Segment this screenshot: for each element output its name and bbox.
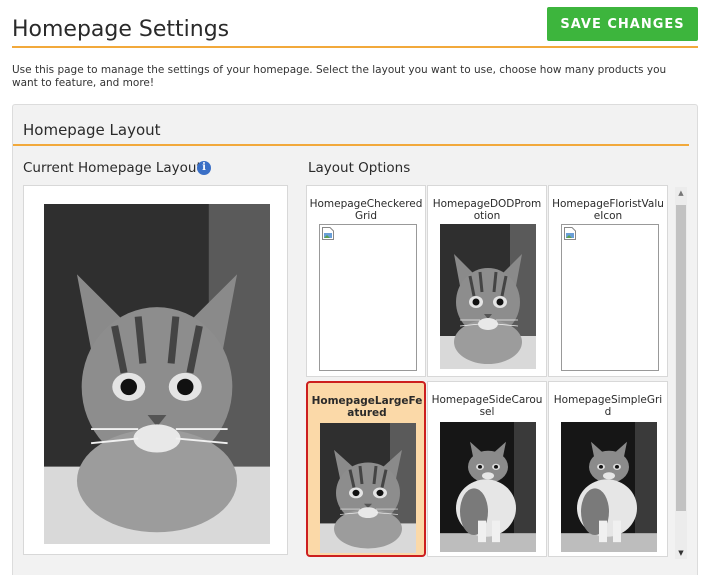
page-description: Use this page to manage the settings of … xyxy=(12,64,667,89)
layout-option-name: HomepageFloristValueIcon xyxy=(552,198,664,222)
layout-option-name: HomepageSimpleGrid xyxy=(553,394,663,418)
layout-option-name: HomepageCheckeredGrid xyxy=(309,198,423,222)
scroll-up-arrow-icon[interactable]: ▲ xyxy=(677,187,685,199)
current-layout-preview xyxy=(23,185,288,555)
layout-option-thumbnail xyxy=(561,422,657,552)
layout-option-tile[interactable]: HomepageDODPromotion xyxy=(427,185,547,377)
layout-option-thumbnail xyxy=(440,224,536,369)
scroll-down-arrow-icon[interactable]: ▼ xyxy=(677,547,685,559)
layout-option-name: HomepageSideCarousel xyxy=(431,394,543,418)
scrollbar-thumb[interactable] xyxy=(676,205,686,511)
layout-option-name: HomepageLargeFeatured xyxy=(311,395,423,419)
homepage-layout-panel: Homepage Layout Current Homepage Layout … xyxy=(12,104,698,575)
current-layout-kitten-image xyxy=(44,204,270,544)
layout-option-tile[interactable]: HomepageSimpleGrid xyxy=(548,381,668,557)
layout-option-tile[interactable]: HomepageLargeFeatured xyxy=(306,381,426,557)
page-title: Homepage Settings xyxy=(12,17,230,42)
layout-option-tile[interactable]: HomepageSideCarousel xyxy=(427,381,547,557)
layout-options-label: Layout Options xyxy=(308,160,411,176)
save-changes-button[interactable]: SAVE CHANGES xyxy=(547,7,698,41)
panel-divider xyxy=(13,144,689,146)
layout-option-placeholder xyxy=(561,224,659,371)
info-icon[interactable]: i xyxy=(197,161,211,175)
layout-option-thumbnail xyxy=(320,423,416,553)
panel-title: Homepage Layout xyxy=(23,121,161,139)
layout-option-placeholder xyxy=(319,224,417,371)
broken-image-icon xyxy=(322,227,334,240)
layout-options-scrollbar[interactable]: ▲ ▼ xyxy=(675,187,687,559)
layout-option-thumbnail xyxy=(440,422,536,552)
layout-option-tile[interactable]: HomepageCheckeredGrid xyxy=(306,185,426,377)
layout-options-grid: HomepageCheckeredGrid HomepageDODPromotio… xyxy=(306,185,668,557)
current-layout-label: Current Homepage Layout xyxy=(23,160,202,176)
broken-image-icon xyxy=(564,227,576,240)
layout-option-name: HomepageDODPromotion xyxy=(432,198,542,222)
page-header: Homepage Settings SAVE CHANGES xyxy=(12,0,698,48)
layout-option-tile[interactable]: HomepageFloristValueIcon xyxy=(548,185,668,377)
